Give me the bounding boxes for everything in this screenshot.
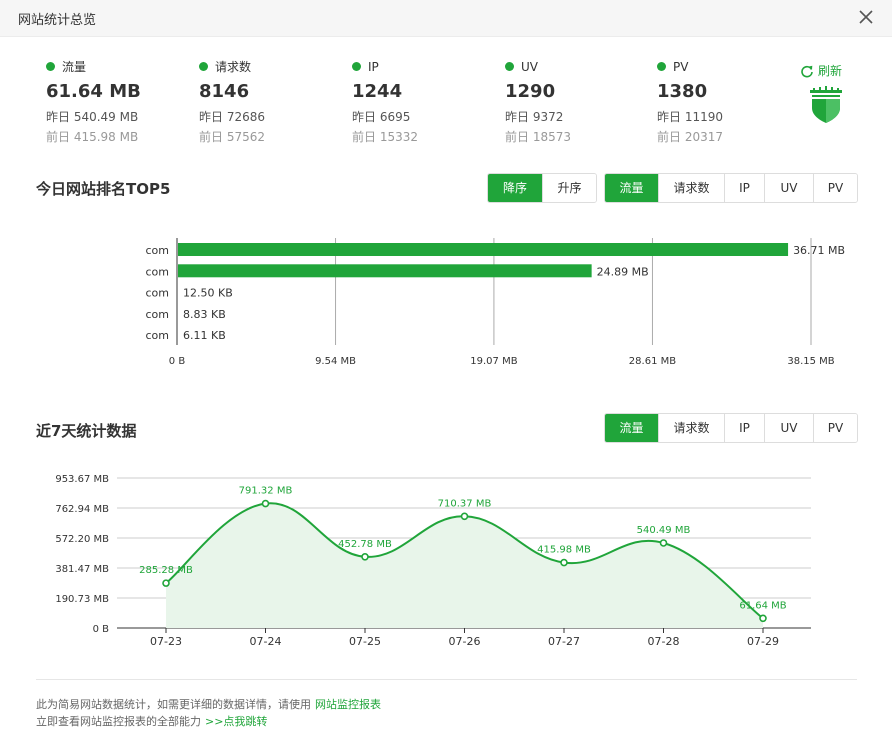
data-point — [361, 552, 369, 561]
data-label: 285.28 MB — [139, 565, 193, 576]
x-tick-label: 07-29 — [747, 635, 779, 648]
footer-divider — [36, 679, 857, 680]
data-label: 452.78 MB — [338, 539, 392, 550]
x-tick-label: 07-25 — [349, 635, 381, 648]
y-tick-label: 762.94 MB — [55, 504, 109, 515]
y-tick-label: 572.20 MB — [55, 534, 109, 545]
y-tick-label: 0 B — [93, 624, 110, 635]
data-label: 61.64 MB — [739, 600, 786, 611]
week-line-chart-svg: 0 B 190.73 MB 381.47 MB 572.20 MB 762.94 MB 9… — [55, 474, 811, 648]
data-label: 540.49 MB — [637, 525, 691, 536]
footer-line-2: 立即查看网站监控报表的全部能力 >>点我跳转 — [36, 713, 267, 729]
data-label: 791.32 MB — [239, 486, 293, 497]
footer-text-2: 立即查看网站监控报表的全部能力 — [36, 715, 201, 728]
x-tick-label: 07-28 — [648, 635, 680, 648]
data-point — [162, 579, 170, 587]
footer-text-1: 此为简易网站数据统计，如需更详细的数据详情，请使用 — [36, 698, 311, 711]
data-point — [560, 558, 568, 567]
y-tick-label: 381.47 MB — [55, 564, 109, 575]
footer-line-1: 此为简易网站数据统计，如需更详细的数据详情，请使用 网站监控报表 — [36, 696, 381, 712]
x-tick-label: 07-23 — [150, 635, 182, 648]
x-tick-label: 07-24 — [250, 635, 282, 648]
series-area — [166, 503, 763, 628]
data-label: 710.37 MB — [438, 498, 492, 509]
data-point — [759, 614, 767, 623]
jump-link[interactable]: >>点我跳转 — [205, 715, 267, 728]
y-tick-label: 953.67 MB — [55, 474, 109, 485]
week-line-chart: 0 B 190.73 MB 381.47 MB 572.20 MB 762.94 MB 9… — [0, 0, 892, 660]
y-tick-label: 190.73 MB — [55, 594, 109, 605]
x-tick-label: 07-27 — [548, 635, 580, 648]
data-point — [460, 512, 469, 521]
data-point — [659, 539, 668, 547]
data-point — [261, 499, 270, 508]
monitor-report-link[interactable]: 网站监控报表 — [315, 698, 381, 711]
x-tick-label: 07-26 — [449, 635, 481, 648]
data-label: 415.98 MB — [537, 545, 591, 556]
